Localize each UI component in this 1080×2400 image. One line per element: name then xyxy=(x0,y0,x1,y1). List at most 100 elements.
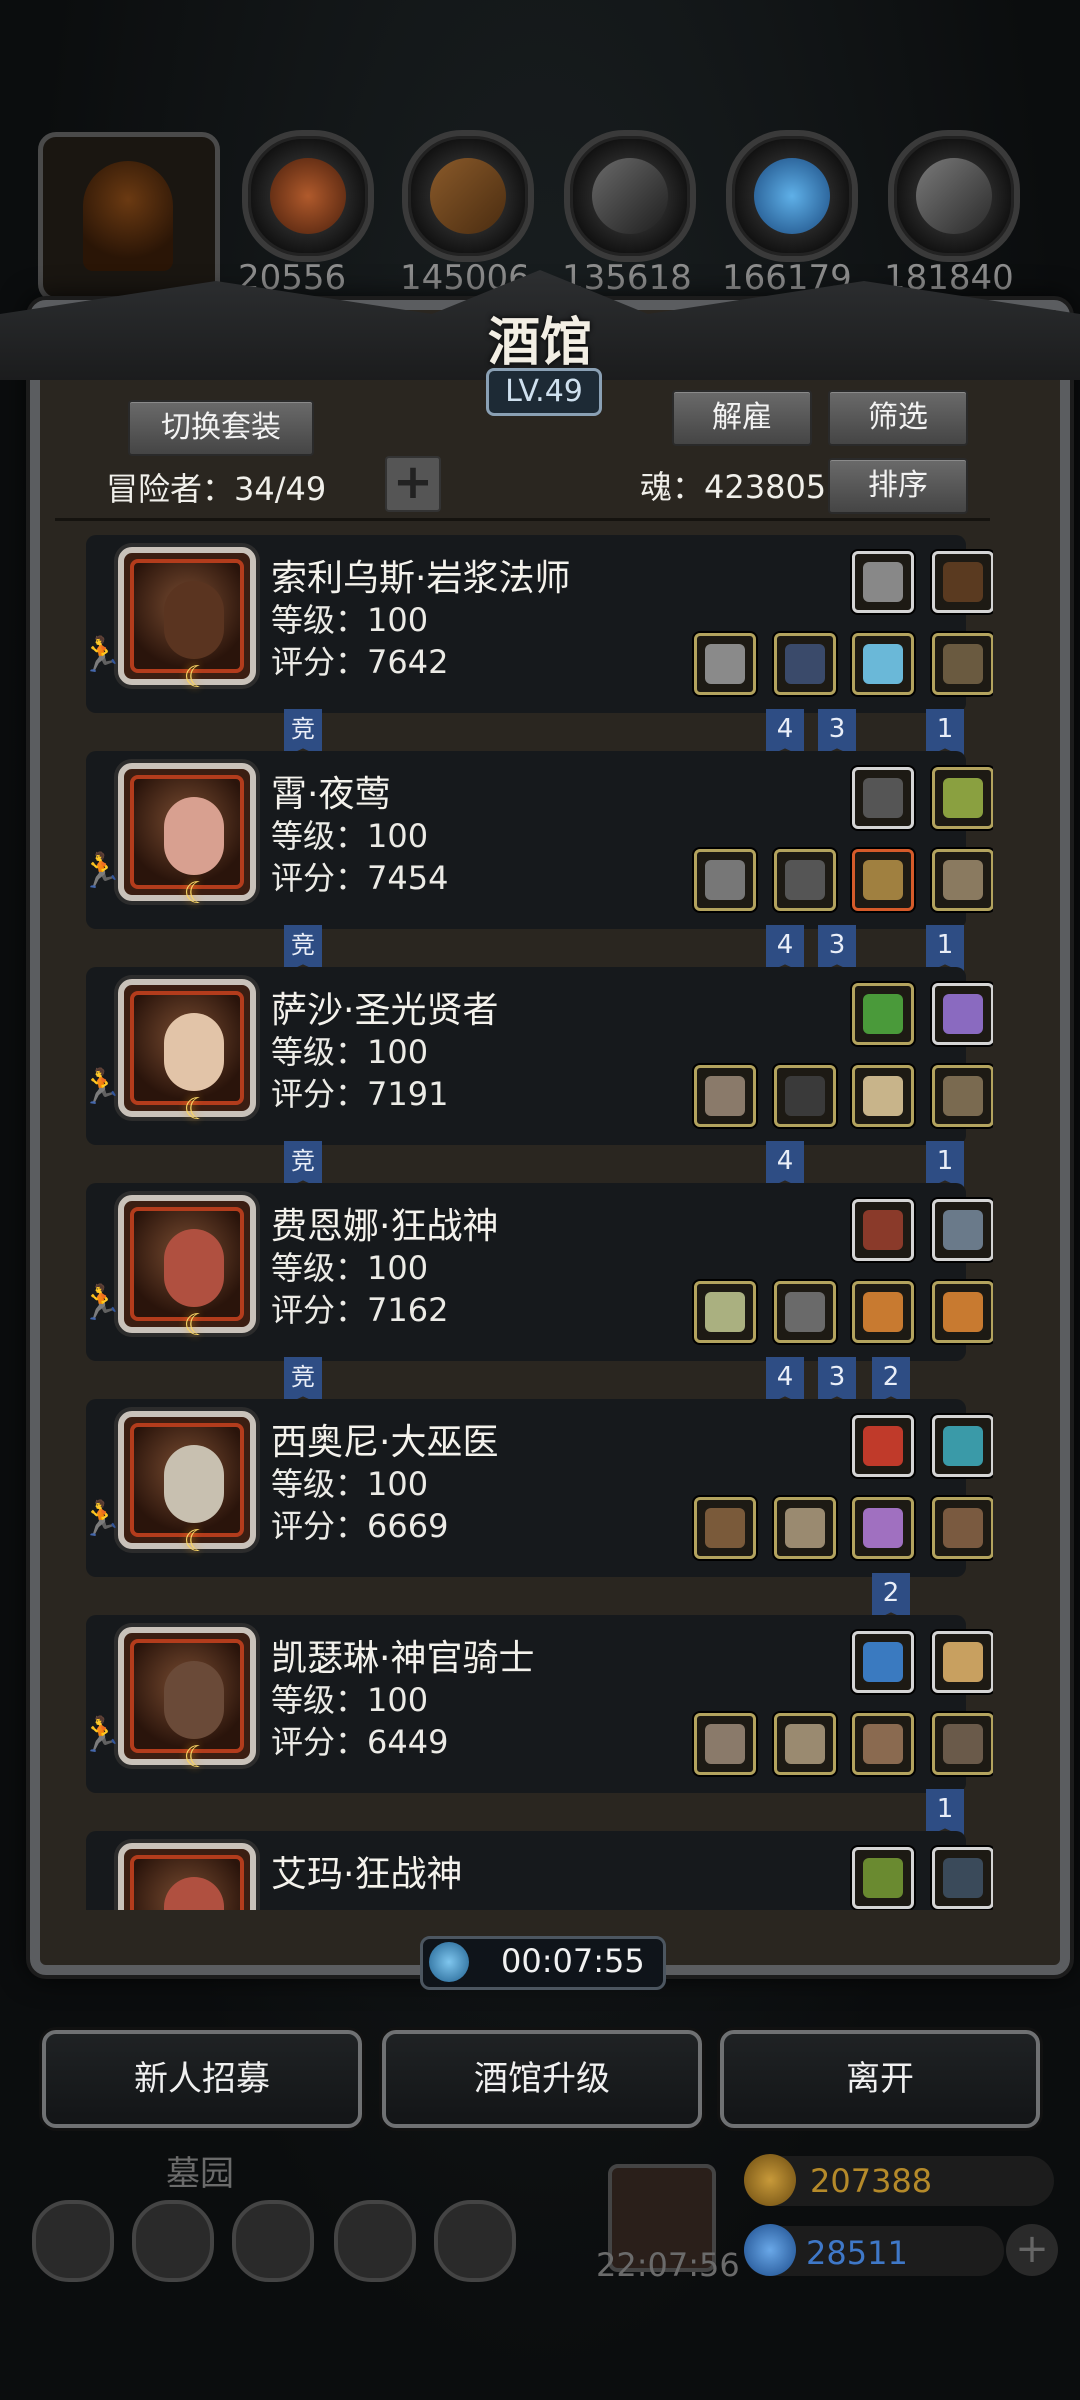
glove-icon[interactable] xyxy=(932,1497,993,1559)
dismiss-button[interactable]: 解雇 xyxy=(672,390,812,446)
gate-icon[interactable] xyxy=(232,2200,314,2282)
lantern-icon[interactable] xyxy=(932,767,993,829)
staff-icon[interactable] xyxy=(694,633,756,695)
graveyard-label: 墓园 xyxy=(166,2154,234,2194)
stone-icon[interactable] xyxy=(932,1847,993,1909)
sort-button[interactable]: 排序 xyxy=(828,458,968,514)
iron-resource[interactable] xyxy=(888,130,1020,262)
timer-text: 00:07:55 xyxy=(501,1942,645,1980)
crystal-resource[interactable] xyxy=(726,130,858,262)
gear-icon[interactable] xyxy=(434,2200,516,2282)
gold-count: 207388 xyxy=(810,2162,933,2200)
armor-icon[interactable] xyxy=(774,849,836,911)
adventurer-list[interactable]: ☾ 🏃 索利乌斯·岩浆法师 等级：100 评分：7642 竞 4 3 1 ☾ 🏃… xyxy=(58,535,993,1910)
emblem-icon[interactable] xyxy=(852,767,914,829)
adventurer-name: 萨沙·圣光贤者 xyxy=(271,990,499,1031)
slot-tag: 1 xyxy=(926,1141,964,1189)
arena-badge: 竞 xyxy=(284,1357,322,1405)
cloak-icon[interactable] xyxy=(774,1065,836,1127)
axe-icon[interactable] xyxy=(694,1281,756,1343)
moon-icon: ☾ xyxy=(183,660,211,695)
shield-icon[interactable] xyxy=(932,1199,993,1261)
gem-count: 28511 xyxy=(806,2234,908,2272)
gauntlet-icon[interactable] xyxy=(852,1065,914,1127)
meat-resource[interactable] xyxy=(242,130,374,262)
slot-tag: 1 xyxy=(926,925,964,973)
upgrade-tavern-button[interactable]: 酒馆升级 xyxy=(382,2030,702,2128)
slot-tag: 2 xyxy=(872,1357,910,1405)
slot-tag: 3 xyxy=(818,925,856,973)
list-item[interactable]: ☾ 🏃 霄·夜莺 等级：100 评分：7454 xyxy=(80,751,993,929)
adventurer-level: 等级：100 xyxy=(271,1465,429,1503)
gem-icon[interactable] xyxy=(932,1415,993,1477)
boots-icon[interactable] xyxy=(932,1065,993,1127)
adventurer-score: 评分：7191 xyxy=(271,1075,449,1113)
list-item[interactable]: ☾ 🏃 费恩娜·狂战神 等级：100 评分：7162 xyxy=(80,1183,993,1361)
dagger-icon[interactable] xyxy=(694,849,756,911)
list-item[interactable]: 艾玛·狂战神 xyxy=(86,1831,993,1910)
list-item[interactable]: ☾ 🏃 西奥尼·大巫医 等级：100 评分：6669 xyxy=(80,1399,993,1577)
adventurer-score: 评分：6449 xyxy=(271,1723,449,1761)
hammer-icon[interactable] xyxy=(694,1065,756,1127)
plus-icon[interactable]: + xyxy=(385,456,441,512)
slot-tag: 1 xyxy=(926,1789,964,1837)
recruit-button[interactable]: 新人招募 xyxy=(42,2030,362,2128)
adventurer-name: 费恩娜·狂战神 xyxy=(271,1206,499,1247)
stone-resource[interactable] xyxy=(564,130,696,262)
flower-icon[interactable] xyxy=(852,1631,914,1693)
vest-icon[interactable] xyxy=(774,1713,836,1775)
runner-icon: 🏃 xyxy=(80,635,123,675)
slot-tag: 3 xyxy=(818,709,856,757)
adventurer-name: 凯瑟琳·神官骑士 xyxy=(271,1638,535,1679)
moon-icon: ☾ xyxy=(183,1092,211,1127)
settings-icon[interactable] xyxy=(32,2200,114,2282)
chalice-icon[interactable] xyxy=(852,551,914,613)
adventurer-level: 等级：100 xyxy=(271,1033,429,1071)
slot-tag: 4 xyxy=(766,925,804,973)
armor-icon[interactable] xyxy=(774,1281,836,1343)
horn-icon[interactable] xyxy=(852,1199,914,1261)
robe-icon[interactable] xyxy=(774,633,836,695)
charm-icon[interactable] xyxy=(932,1631,993,1693)
filter-button[interactable]: 筛选 xyxy=(828,390,968,446)
ring-icon[interactable] xyxy=(852,633,914,695)
tome-icon[interactable] xyxy=(852,983,914,1045)
adventurer-score: 评分：7162 xyxy=(271,1291,449,1329)
mask-icon[interactable] xyxy=(932,849,993,911)
leave-button[interactable]: 离开 xyxy=(720,2030,1040,2128)
slot-tag: 2 xyxy=(872,1573,910,1621)
list-item[interactable]: ☾ 🏃 凯瑟琳·神官骑士 等级：100 评分：6449 xyxy=(80,1615,993,1793)
slot-tag: 3 xyxy=(818,1357,856,1405)
wood-resource[interactable] xyxy=(402,130,534,262)
adventurer-level: 等级：100 xyxy=(271,1681,429,1719)
glove-icon[interactable] xyxy=(852,1713,914,1775)
list-item[interactable]: ☾ 🏃 萨沙·圣光贤者 等级：100 评分：7191 xyxy=(80,967,993,1145)
runner-icon: 🏃 xyxy=(80,1499,123,1539)
avatar xyxy=(118,1843,256,1910)
boots-icon[interactable] xyxy=(932,633,993,695)
ring-icon[interactable] xyxy=(852,1281,914,1343)
rune-icon[interactable] xyxy=(852,1497,914,1559)
cauldron-icon[interactable] xyxy=(852,1847,914,1909)
switch-outfit-button[interactable]: 切换套装 xyxy=(128,400,314,456)
amulet-icon[interactable] xyxy=(852,849,914,911)
adventurer-level: 等级：100 xyxy=(271,1249,429,1287)
arena-badge: 竞 xyxy=(284,709,322,757)
clock-icon xyxy=(429,1942,469,1982)
star-icon[interactable] xyxy=(132,2200,214,2282)
gem-icon[interactable] xyxy=(852,1415,914,1477)
slot-tag: 4 xyxy=(766,709,804,757)
hero-slot[interactable] xyxy=(38,132,220,302)
wand-icon[interactable] xyxy=(694,1497,756,1559)
gold-icon xyxy=(744,2154,796,2206)
adventurer-count: 冒险者：34/49 xyxy=(106,470,327,508)
hammer-icon[interactable] xyxy=(694,1713,756,1775)
mask-icon[interactable] xyxy=(932,551,993,613)
list-item[interactable]: ☾ 🏃 索利乌斯·岩浆法师 等级：100 评分：7642 xyxy=(80,535,993,713)
cloak-icon[interactable] xyxy=(932,1713,993,1775)
ring-icon[interactable] xyxy=(932,1281,993,1343)
mail-icon[interactable] xyxy=(334,2200,416,2282)
plus-icon[interactable]: + xyxy=(1006,2224,1058,2276)
vest-icon[interactable] xyxy=(774,1497,836,1559)
potion-icon[interactable] xyxy=(932,983,993,1045)
